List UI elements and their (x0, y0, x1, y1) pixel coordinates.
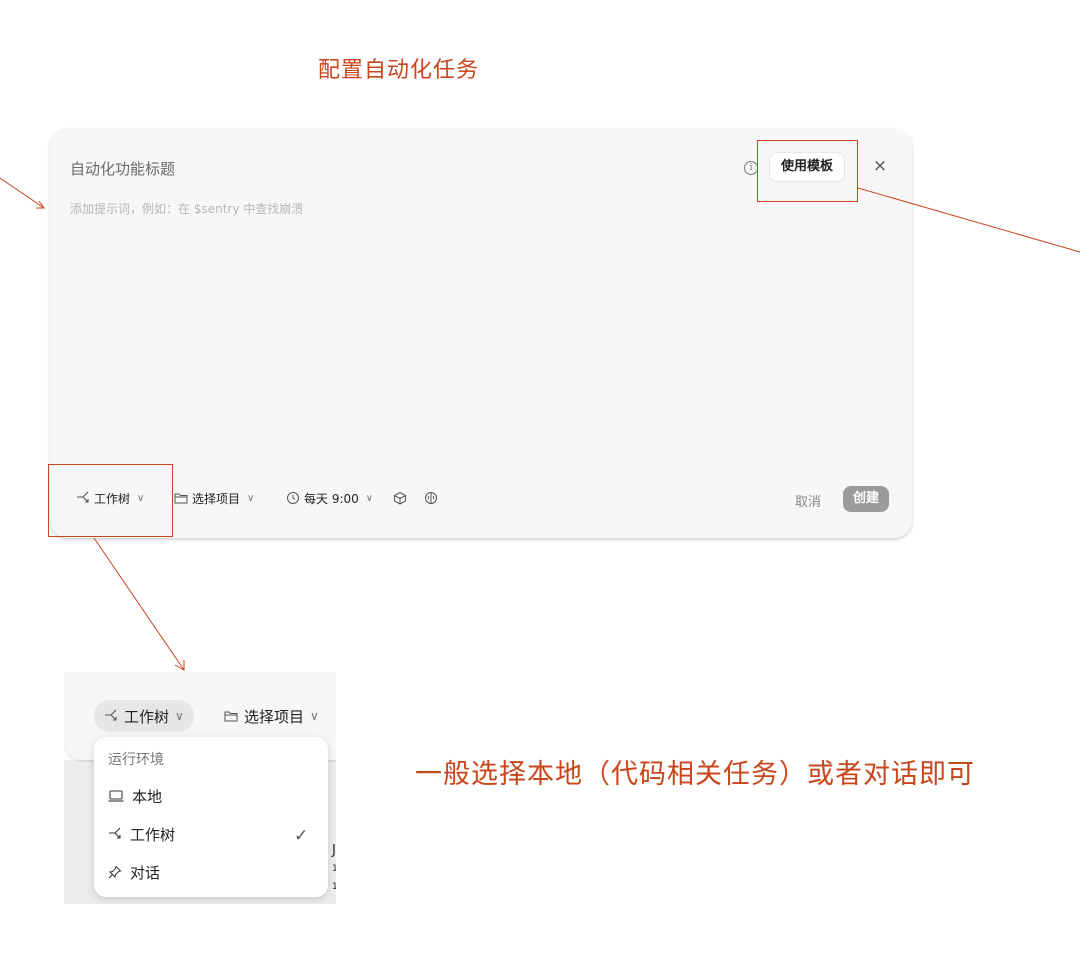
menu-header: 运行环境 (108, 752, 164, 768)
menu-item-local[interactable]: 本地 (108, 781, 162, 811)
pin-icon (108, 865, 122, 879)
branch-icon (109, 827, 121, 839)
branch-icon (105, 709, 117, 721)
menu-item-chat[interactable]: 对话 (108, 857, 160, 887)
chevron-down-icon: ∨ (175, 709, 184, 723)
worktree-label: 工作树 (124, 707, 170, 726)
dropdown-zoom: 工作树 ∨ 选择项目 ∨ 运行环境 本地 工作树 ✓ 对话 J 1 1 (64, 672, 336, 904)
project-label: 选择项目 (244, 707, 305, 726)
checkmark-icon: ✓ (294, 826, 309, 846)
menu-item-label: 对话 (130, 863, 161, 882)
clipped-text: J 1 1 (332, 843, 336, 892)
worktree-dropdown-open[interactable]: 工作树 ∨ (94, 700, 194, 732)
project-dropdown[interactable]: 选择项目 ∨ (224, 700, 319, 732)
environment-menu: 运行环境 本地 工作树 ✓ 对话 (94, 737, 328, 897)
menu-item-worktree[interactable]: 工作树 (108, 819, 175, 849)
chevron-down-icon: ∨ (310, 709, 319, 723)
folder-icon (224, 711, 238, 722)
menu-item-label: 工作树 (130, 825, 176, 844)
menu-item-label: 本地 (132, 787, 163, 806)
laptop-icon (108, 790, 124, 802)
